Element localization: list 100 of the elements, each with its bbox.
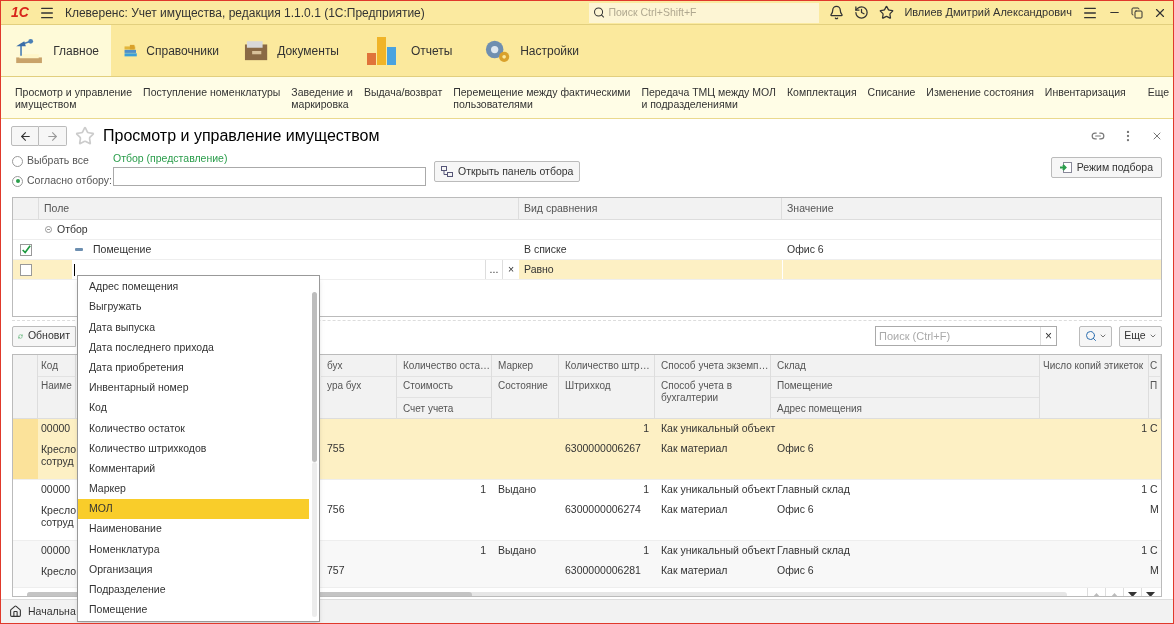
bell-icon[interactable] bbox=[829, 5, 845, 20]
user-name[interactable]: Ивлиев Дмитрий Александрович bbox=[904, 4, 1072, 21]
table-cell-text: Счет учета bbox=[403, 401, 454, 416]
caret-icon bbox=[1148, 332, 1157, 340]
choice-button[interactable]: ... bbox=[485, 260, 502, 279]
row-checkbox[interactable] bbox=[20, 263, 32, 276]
column-header: Вид сравнения bbox=[524, 200, 598, 216]
dropdown-item[interactable]: Комментарий bbox=[78, 458, 309, 479]
filter-field[interactable] bbox=[113, 167, 426, 186]
dropdown-item[interactable]: Инвентарный номер bbox=[78, 377, 309, 399]
column-header: П bbox=[1150, 380, 1158, 391]
table-cell: Как материал bbox=[661, 441, 728, 457]
table-cell: Как материал bbox=[661, 502, 728, 518]
dropdown-item[interactable]: Номенклатура bbox=[78, 539, 309, 560]
section-tab[interactable]: Справочники bbox=[111, 25, 231, 76]
function-link[interactable]: Комплектация bbox=[786, 86, 857, 98]
search-button[interactable] bbox=[1079, 325, 1112, 347]
dropdown-item[interactable]: Дата последнего прихода bbox=[78, 337, 309, 358]
more-link[interactable]: Еще bbox=[1147, 86, 1173, 98]
table-cell-text: Маркер bbox=[498, 359, 534, 373]
section-tab[interactable]: Настройки bbox=[471, 25, 591, 76]
table-cell: 1 bbox=[1141, 482, 1147, 498]
table-cell: 755 bbox=[327, 441, 345, 457]
table-cell: Как материал bbox=[661, 563, 728, 579]
table-cell: С bbox=[1150, 421, 1158, 437]
column-header: Наиме bbox=[41, 380, 72, 391]
function-link[interactable]: Поступление номенклатуры bbox=[143, 86, 281, 98]
list-search-field[interactable]: Поиск (Ctrl+F) × bbox=[875, 326, 1057, 346]
table-cell: Офис 6 bbox=[777, 502, 814, 518]
filter-mode-radio[interactable]: Выбрать все bbox=[12, 153, 113, 169]
restore-icon[interactable] bbox=[1131, 6, 1143, 19]
section-tab[interactable]: Отчеты bbox=[351, 25, 471, 76]
table-cell: 00000 bbox=[41, 543, 71, 559]
table-cell: 00000 bbox=[41, 421, 71, 437]
filter-mode-radio[interactable]: Согласно отбору: bbox=[12, 173, 113, 189]
dropdown-item[interactable]: Помещение bbox=[78, 600, 309, 621]
back-button[interactable] bbox=[11, 126, 39, 146]
dropdown-item[interactable]: Количество штрихкодов bbox=[78, 438, 309, 459]
function-link[interactable]: Заведение и маркировка bbox=[291, 86, 353, 110]
field-name: Помещение bbox=[93, 241, 152, 257]
table-cell: Выдано bbox=[498, 482, 537, 498]
close-icon[interactable] bbox=[1151, 130, 1163, 142]
table-cell-text: Склад bbox=[777, 359, 806, 373]
table-cell: 1 bbox=[1141, 543, 1147, 559]
search-icon bbox=[1084, 330, 1097, 342]
home-tab[interactable]: Начальна bbox=[28, 603, 76, 620]
section-tab[interactable]: Документы bbox=[231, 25, 351, 76]
column-header: Стоимость bbox=[403, 380, 454, 391]
dropdown-item[interactable]: Адрес помещения bbox=[78, 277, 309, 298]
collapse-icon[interactable] bbox=[45, 226, 52, 233]
table-cell-text: Кресло bbox=[41, 563, 77, 579]
open-filter-button[interactable]: Открыть панель отбора bbox=[434, 161, 581, 182]
dropdown-item[interactable]: Выгружать bbox=[78, 297, 309, 318]
dropdown-item[interactable]: МОЛ bbox=[78, 499, 309, 520]
table-cell: 6300000006274 bbox=[565, 502, 641, 518]
function-link[interactable]: Выдача/возврат bbox=[363, 86, 443, 98]
dropdown-item[interactable]: Дата выпуска bbox=[78, 317, 309, 338]
row-checkbox[interactable] bbox=[20, 243, 32, 256]
function-link[interactable]: Передача ТМЦ между МОЛ и подразделениями bbox=[641, 86, 776, 110]
dropdown-item[interactable]: Код bbox=[78, 398, 309, 419]
window-title: Клеверенс: Учет имущества, редакция 1.1.0.1 (1С:Предприятие) bbox=[64, 4, 425, 22]
dropdown-item[interactable]: Количество остаток bbox=[78, 418, 309, 439]
filter-row[interactable]: ... × Равно bbox=[13, 260, 1161, 280]
more-button[interactable]: Еще bbox=[1119, 325, 1162, 347]
search-input[interactable]: Поиск Ctrl+Shift+F bbox=[608, 4, 816, 21]
function-link[interactable]: Просмотр и управление имуществом bbox=[15, 86, 133, 110]
column-header: Способ учета в бухгалтерии bbox=[661, 380, 732, 403]
dropdown-item[interactable]: Дата приобретения bbox=[78, 357, 309, 378]
function-link[interactable]: Списание bbox=[867, 86, 916, 98]
clear-search-button[interactable]: × bbox=[1040, 327, 1056, 345]
table-cell: С bbox=[1150, 543, 1158, 559]
refresh-button[interactable]: Обновит bbox=[12, 325, 76, 347]
table-cell: 1 bbox=[480, 543, 486, 559]
section-tab[interactable]: Главное bbox=[1, 25, 111, 76]
column-header: Состояние bbox=[498, 380, 548, 391]
arrow-right-icon bbox=[46, 129, 59, 143]
star-icon[interactable] bbox=[879, 5, 895, 20]
favorite-star-icon[interactable] bbox=[75, 126, 95, 146]
dropdown-item[interactable]: Наименование bbox=[78, 519, 309, 540]
filter-value: Офис 6 bbox=[787, 241, 824, 257]
link-icon[interactable] bbox=[1091, 129, 1105, 143]
function-link[interactable]: Изменение состояния bbox=[926, 86, 1034, 98]
dropdown-item[interactable]: Маркер bbox=[78, 478, 309, 500]
filter-link[interactable]: Отбор (представление) bbox=[113, 151, 426, 165]
table-cell-text: Количество штр… bbox=[565, 359, 650, 373]
table-cell: М bbox=[1150, 563, 1159, 579]
dropdown-item[interactable]: Организация bbox=[78, 559, 309, 580]
clear-button[interactable]: × bbox=[502, 260, 519, 279]
table-cell: 6300000006267 bbox=[565, 441, 641, 457]
table-cell: Как уникальный объект bbox=[661, 482, 776, 498]
function-link[interactable]: Перемещение между фактическими пользователями bbox=[453, 86, 631, 110]
caret-icon bbox=[1098, 332, 1107, 340]
history-icon[interactable] bbox=[854, 5, 870, 20]
field-icon bbox=[75, 248, 83, 251]
function-link[interactable]: Инвентаризация bbox=[1044, 86, 1126, 98]
pick-mode-button[interactable]: Режим подбора bbox=[1050, 157, 1162, 178]
table-cell-text: Способ учета экземп… bbox=[661, 359, 769, 373]
group-label: Отбор bbox=[57, 221, 88, 237]
search-field[interactable]: Поиск Ctrl+Shift+F bbox=[589, 2, 820, 23]
table-cell: Главный склад bbox=[777, 543, 850, 559]
